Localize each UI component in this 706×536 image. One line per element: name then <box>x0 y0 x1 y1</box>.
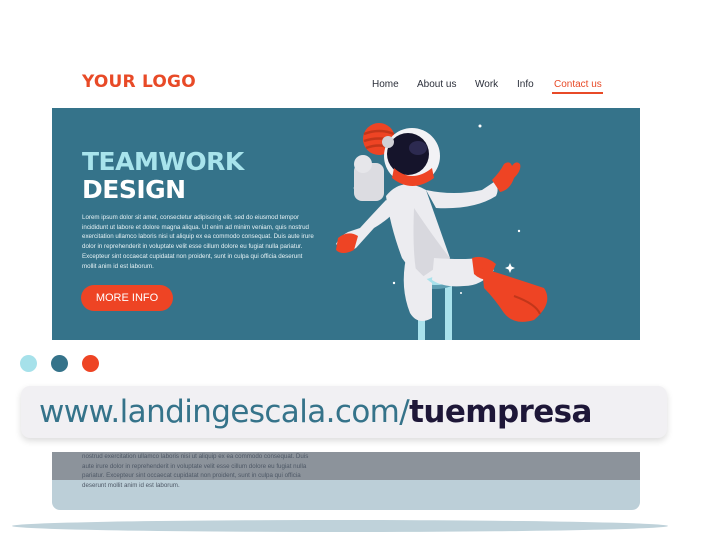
nav-contact-us[interactable]: Contact us <box>554 79 602 90</box>
nav-about-us[interactable]: About us <box>417 79 456 90</box>
window-dot-orange <box>82 355 99 372</box>
nav-home[interactable]: Home <box>372 79 399 90</box>
logo[interactable]: YOUR LOGO <box>82 72 196 92</box>
url-bar[interactable]: www.landingescala.com/tuempresa <box>21 386 667 438</box>
ground-shadow <box>12 520 668 532</box>
window-dot-teal <box>51 355 68 372</box>
url-domain: www.landingescala.com/ <box>39 394 410 430</box>
url-path: tuempresa <box>409 394 592 430</box>
hero-banner: TEAMWORK DESIGN Lorem ipsum dolor sit am… <box>52 108 640 340</box>
nav-info[interactable]: Info <box>517 79 534 90</box>
active-nav-underline <box>552 92 603 94</box>
lower-preview-text: nostrud exercitation ullamco laboris nis… <box>82 453 309 490</box>
nav-work[interactable]: Work <box>475 79 498 90</box>
more-info-button[interactable]: MORE INFO <box>81 285 173 311</box>
hero-title-line2: DESIGN <box>82 175 186 204</box>
astronaut-illustration <box>336 123 548 340</box>
url-text: www.landingescala.com/tuempresa <box>39 390 592 434</box>
hero-title-line1: TEAMWORK <box>82 147 244 176</box>
hero-body-text: Lorem ipsum dolor sit amet, consectetur … <box>82 214 314 270</box>
lower-page-preview: nostrud exercitation ullamco laboris nis… <box>52 452 640 510</box>
window-dot-light-blue <box>20 355 37 372</box>
